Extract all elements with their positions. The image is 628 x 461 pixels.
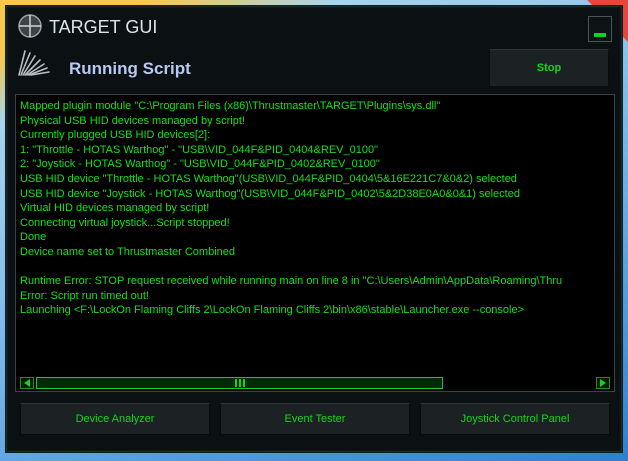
- event-tester-button[interactable]: Event Tester: [220, 403, 410, 435]
- arrow-left-icon: [24, 379, 30, 387]
- arrow-right-icon: [600, 379, 606, 387]
- scroll-right-button[interactable]: [596, 377, 610, 389]
- scroll-thumb[interactable]: [36, 377, 443, 389]
- thrustmaster-logo-icon: [18, 50, 50, 76]
- horizontal-scrollbar[interactable]: [18, 376, 612, 390]
- minimize-icon: [594, 33, 606, 37]
- crosshair-icon: [18, 14, 42, 38]
- status-title: Running Script: [69, 59, 191, 78]
- scroll-left-button[interactable]: [20, 377, 34, 389]
- stop-button[interactable]: Stop: [489, 49, 609, 87]
- window-title: TARGET GUI: [49, 17, 158, 37]
- console-output[interactable]: Mapped plugin module "C:\Program Files (…: [15, 94, 615, 392]
- title-bar[interactable]: TARGET GUI: [7, 7, 621, 43]
- minimize-button[interactable]: [588, 16, 612, 42]
- console-text: Mapped plugin module "C:\Program Files (…: [20, 100, 563, 317]
- joystick-control-panel-button[interactable]: Joystick Control Panel: [420, 403, 610, 435]
- target-gui-window: TARGET GUI Running Script Stop Mapped pl…: [6, 6, 622, 452]
- grip-icon: [234, 379, 245, 387]
- device-analyzer-button[interactable]: Device Analyzer: [20, 403, 210, 435]
